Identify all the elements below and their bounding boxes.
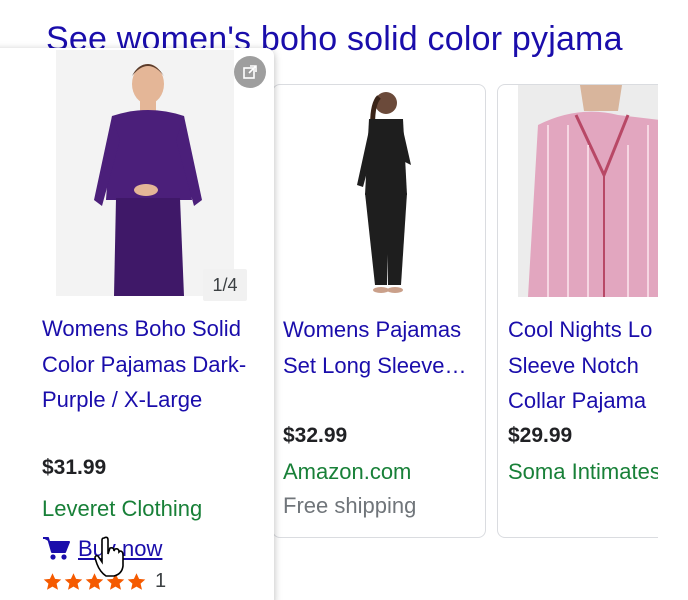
product-title-3-line: Sleeve Notch [508, 352, 639, 378]
product-title-3-line: Cool Nights Lo [508, 317, 653, 342]
product-carousel: Womens Pajamas Set Long Sleeve… $32.99 A… [0, 0, 658, 600]
product-card-3[interactable]: Cool Nights Lo Sleeve Notch Collar Pajam… [497, 84, 658, 538]
product-shipping-2: Free shipping [283, 493, 417, 518]
hand-pointer-icon [94, 536, 124, 583]
product-price-2: $32.99 [283, 424, 348, 447]
rating-count: 1 [155, 570, 167, 592]
product-seller-2: Amazon.com [283, 459, 412, 484]
shopping-cart-icon [43, 537, 70, 560]
image-counter: 1/4 [203, 269, 247, 301]
product-card-2[interactable]: Womens Pajamas Set Long Sleeve… $32.99 A… [272, 84, 486, 538]
product-title-3[interactable]: Cool Nights Lo Sleeve Notch Collar Pajam… [508, 312, 658, 419]
product-seller-1: Leveret Clothing [42, 496, 203, 521]
product-title-3-line: Collar Pajama [508, 388, 647, 413]
product-price-3: $29.99 [508, 424, 573, 447]
product-price-1: $31.99 [42, 456, 107, 479]
star-icon [43, 572, 62, 590]
product-title-2[interactable]: Womens Pajamas Set Long Sleeve… [283, 312, 473, 383]
external-link-icon[interactable] [234, 56, 266, 88]
product-image-3[interactable] [518, 85, 658, 297]
star-icon [127, 572, 146, 590]
product-image-1[interactable] [56, 50, 234, 296]
product-seller-3: Soma Intimates [508, 459, 658, 484]
product-card-1[interactable]: 1/4 Womens Boho Solid Color Pajamas Dark… [0, 48, 274, 600]
product-title-1[interactable]: Womens Boho Solid Color Pajamas Dark-Pur… [42, 311, 262, 418]
star-icon [64, 572, 83, 590]
product-image-2[interactable] [291, 85, 461, 297]
